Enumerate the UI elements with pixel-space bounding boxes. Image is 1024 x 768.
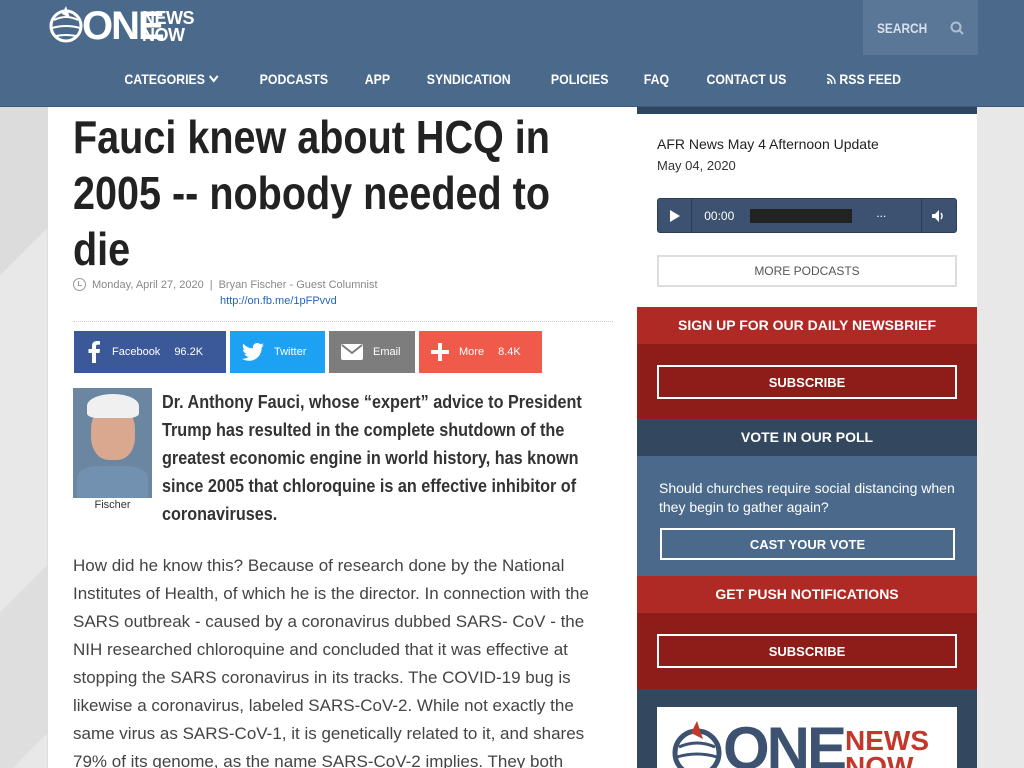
logo-now-text: NOW xyxy=(142,25,185,45)
author-caption: Fischer xyxy=(94,499,131,511)
player-progress-bar[interactable] xyxy=(749,208,853,223)
logo-news-now: NEWS NOW xyxy=(142,9,195,45)
newsbrief-subscribe-button[interactable]: SUBSCRIBE xyxy=(657,365,957,399)
sidebar-topbar xyxy=(637,107,977,114)
article-shortlink[interactable]: http://on.fb.me/1pFPvvd xyxy=(220,295,337,307)
article-date: Monday, April 27, 2020 xyxy=(92,278,204,291)
cast-vote-button[interactable]: CAST YOUR VOTE xyxy=(660,528,955,560)
poll-heading: VOTE IN OUR POLL xyxy=(637,419,977,456)
more-label: More xyxy=(459,346,485,358)
ad-logo-now: NOW xyxy=(845,751,914,768)
clock-icon xyxy=(73,278,86,291)
article-lead: Dr. Anthony Fauci, whose “expert” advice… xyxy=(162,392,582,524)
chevron-down-icon xyxy=(208,75,219,83)
podcast-title[interactable]: AFR News May 4 Afternoon Update xyxy=(657,136,879,152)
speaker-icon xyxy=(931,209,943,222)
facebook-share-button[interactable]: Facebook 96.2K xyxy=(74,331,226,373)
meta-separator: | xyxy=(209,278,213,291)
article-body: How did he know this? Because of researc… xyxy=(73,556,589,768)
more-podcasts-button[interactable]: MORE PODCASTS xyxy=(657,255,957,287)
article-meta: Monday, April 27, 2020 | Bryan Fischer -… xyxy=(73,278,378,291)
volume-button[interactable] xyxy=(922,209,956,222)
play-button[interactable] xyxy=(658,199,693,232)
nav-rss-feed[interactable]: RSS FEED xyxy=(826,71,901,87)
podcast-date: May 04, 2020 xyxy=(657,158,736,173)
nav-faq[interactable]: FAQ xyxy=(644,71,669,87)
push-section: GET PUSH NOTIFICATIONS xyxy=(637,576,977,689)
email-label: Email xyxy=(373,346,401,358)
facebook-count: 96.2K xyxy=(174,346,204,358)
player-more-button[interactable]: ... xyxy=(876,199,922,232)
search-icon xyxy=(950,21,964,35)
nav-categories[interactable]: CATEGORIES xyxy=(125,71,219,87)
more-share-button[interactable]: More 8.4K xyxy=(419,331,542,373)
rss-icon xyxy=(826,74,836,84)
newsbrief-heading: SIGN UP FOR OUR DAILY NEWSBRIEF xyxy=(637,307,977,344)
facebook-label: Facebook xyxy=(112,346,161,358)
nav-rss-label: RSS FEED xyxy=(839,71,901,87)
divider xyxy=(73,321,613,322)
nav-app[interactable]: APP xyxy=(364,71,389,87)
author-photo xyxy=(73,388,152,498)
twitter-icon xyxy=(242,343,264,361)
play-icon xyxy=(669,209,680,222)
ad-banner[interactable]: ONE NEWS NOW xyxy=(657,707,957,768)
search-button[interactable]: SEARCH xyxy=(863,0,978,55)
nav-categories-label: CATEGORIES xyxy=(124,71,206,87)
twitter-label: Twitter xyxy=(274,346,307,358)
article-title: Fauci knew about HCQ in 2005 -- nobody n… xyxy=(73,111,550,275)
envelope-icon xyxy=(341,344,363,360)
email-share-button[interactable]: Email xyxy=(329,331,415,373)
newsbrief-section: SIGN UP FOR OUR DAILY NEWSBRIEF xyxy=(637,307,977,419)
audio-player: 00:00 ... xyxy=(657,198,957,233)
nav-contact-us[interactable]: CONTACT US xyxy=(706,71,786,87)
plus-icon xyxy=(431,343,449,361)
push-heading: GET PUSH NOTIFICATIONS xyxy=(637,576,977,613)
site-logo[interactable]: ONE NEWS NOW xyxy=(48,4,198,50)
twitter-share-button[interactable]: Twitter xyxy=(230,331,325,373)
poll-question: Should churches require social distancin… xyxy=(659,480,955,515)
article-column: Fauci knew about HCQ in 2005 -- nobody n… xyxy=(47,107,637,768)
site-header: ONE NEWS NOW SEARCH CATEGORIES PODCASTS … xyxy=(0,0,1024,107)
nav-policies[interactable]: POLICIES xyxy=(551,71,609,87)
sidebar: AFR News May 4 Afternoon Update May 04, … xyxy=(637,107,977,768)
article-author[interactable]: Bryan Fischer - Guest Columnist xyxy=(219,279,378,291)
push-subscribe-button[interactable]: SUBSCRIBE xyxy=(657,634,957,668)
ad-logo-one: ONE xyxy=(723,715,847,768)
nav-syndication[interactable]: SYNDICATION xyxy=(427,71,511,87)
main-nav: CATEGORIES PODCASTS APP SYNDICATION POLI… xyxy=(0,64,1024,94)
globe-icon xyxy=(672,721,722,768)
player-time: 00:00 xyxy=(704,208,735,223)
share-bar: Facebook 96.2K Twitter Email More 8.4K xyxy=(74,331,542,373)
more-count: 8.4K xyxy=(498,346,521,358)
globe-icon xyxy=(49,6,83,43)
facebook-icon xyxy=(88,341,100,363)
nav-podcasts[interactable]: PODCASTS xyxy=(259,71,327,87)
search-label: SEARCH xyxy=(877,19,928,36)
